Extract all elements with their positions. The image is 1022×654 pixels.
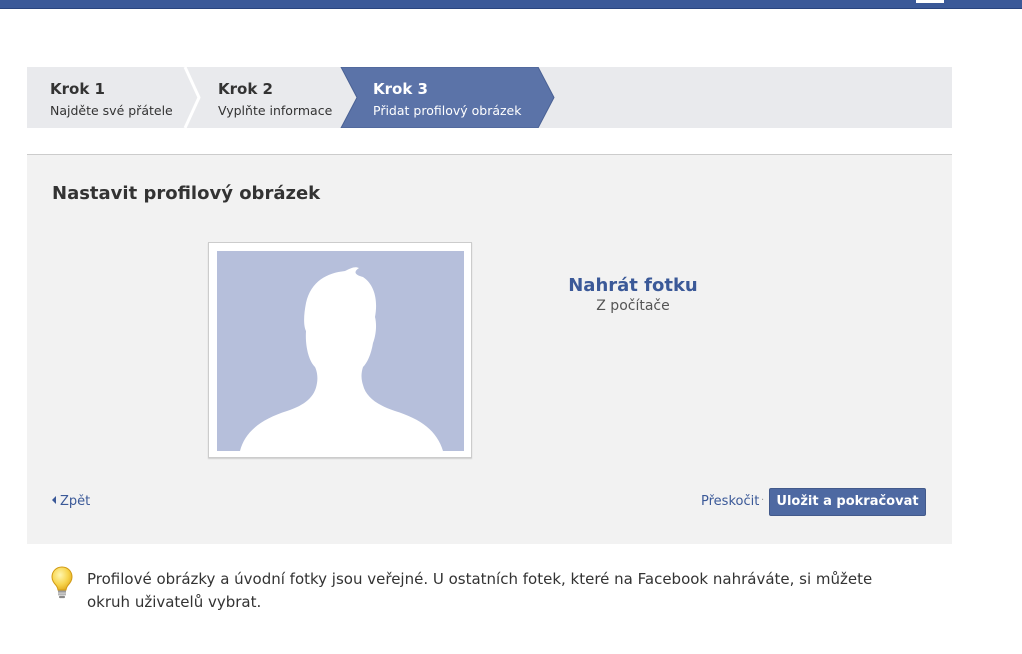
privacy-tip-text: Profilové obrázky a úvodní fotky jsou ve… xyxy=(87,570,873,611)
default-avatar-icon xyxy=(217,251,464,451)
top-bar xyxy=(0,0,1022,9)
upload-photo-title: Nahrát fotku xyxy=(568,275,698,296)
step-1-desc: Najděte své přátele xyxy=(50,103,173,118)
lightbulb-icon xyxy=(51,566,73,604)
step-3-label: Krok 3 xyxy=(373,80,428,98)
steps-background xyxy=(183,67,555,128)
caret-left-icon xyxy=(52,496,56,504)
back-link[interactable]: Zpět xyxy=(52,494,90,509)
back-label: Zpět xyxy=(60,494,91,509)
top-bar-box xyxy=(916,0,944,3)
upload-photo-button[interactable]: Nahrát fotku Z počítače xyxy=(547,275,719,314)
step-1-label: Krok 1 xyxy=(50,80,105,98)
step-2-desc: Vyplňte informace xyxy=(218,103,333,118)
step-3-desc: Přidat profilový obrázek xyxy=(373,103,522,118)
skip-link[interactable]: Přeskočit xyxy=(701,494,759,509)
save-and-continue-button[interactable]: Uložit a pokračovat xyxy=(769,488,926,516)
panel-title: Nastavit profilový obrázek xyxy=(52,183,321,204)
separator-dot: · xyxy=(761,495,765,506)
step-2-label: Krok 2 xyxy=(218,80,273,98)
profile-picture-placeholder xyxy=(208,242,472,458)
upload-photo-subtitle: Z počítače xyxy=(596,298,670,314)
profile-picture-panel: Nastavit profilový obrázek Nahrát fotku … xyxy=(27,154,952,544)
step-indicator: Krok 1 Najděte své přátele Krok 2 Vyplňt… xyxy=(27,67,952,128)
